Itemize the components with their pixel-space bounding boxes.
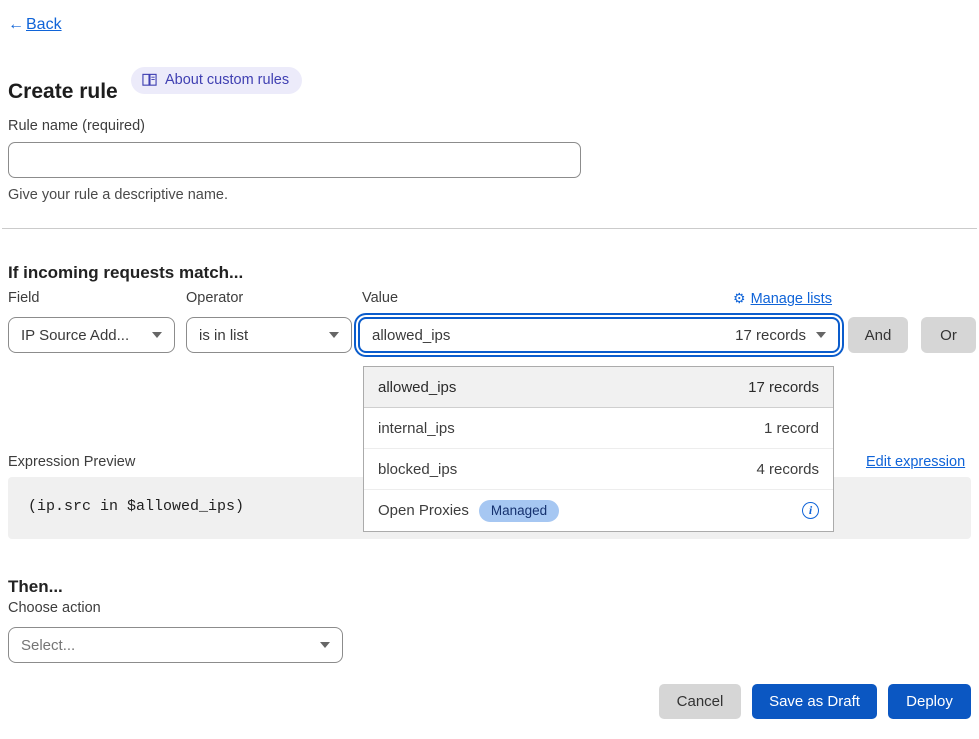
info-icon[interactable]: i — [802, 502, 819, 519]
match-section-heading: If incoming requests match... — [8, 263, 243, 283]
action-select-placeholder: Select... — [21, 637, 75, 654]
save-as-draft-button[interactable]: Save as Draft — [752, 684, 877, 719]
rule-name-input[interactable] — [8, 142, 581, 178]
and-button[interactable]: And — [848, 317, 908, 353]
list-option-blocked-ips[interactable]: blocked_ips 4 records — [364, 449, 833, 490]
list-option-records: 1 record — [764, 420, 819, 437]
chevron-down-icon — [329, 332, 339, 338]
manage-lists-link[interactable]: ⚙ Manage lists — [733, 290, 832, 307]
field-select[interactable]: IP Source Add... — [8, 317, 175, 353]
action-select[interactable]: Select... — [8, 627, 343, 663]
back-arrow-icon: ← — [8, 16, 24, 34]
about-badge-label: About custom rules — [165, 72, 289, 88]
edit-expression-label: Edit expression — [866, 454, 965, 470]
expression-code: (ip.src in $allowed_ips) — [28, 498, 244, 515]
field-label: Field — [8, 290, 39, 306]
list-option-name: internal_ips — [378, 420, 455, 437]
operator-select[interactable]: is in list — [186, 317, 352, 353]
book-icon — [142, 73, 157, 87]
operator-label: Operator — [186, 290, 243, 306]
gear-icon: ⚙ — [733, 290, 746, 307]
field-select-value: IP Source Add... — [21, 327, 129, 344]
chevron-down-icon — [320, 642, 330, 648]
managed-badge: Managed — [479, 500, 559, 522]
deploy-button[interactable]: Deploy — [888, 684, 971, 719]
value-select-value: allowed_ips — [372, 327, 450, 344]
value-label: Value — [362, 290, 398, 306]
list-option-open-proxies[interactable]: Open Proxies Managed i — [364, 490, 833, 531]
list-option-records: 4 records — [756, 461, 819, 478]
list-option-records: 17 records — [748, 379, 819, 396]
operator-select-value: is in list — [199, 327, 248, 344]
about-custom-rules-link[interactable]: About custom rules — [131, 67, 302, 94]
value-select-records: 17 records — [735, 327, 806, 344]
cancel-button[interactable]: Cancel — [659, 684, 741, 719]
expression-preview-label: Expression Preview — [8, 454, 135, 470]
then-section-heading: Then... — [8, 577, 63, 597]
list-option-name: allowed_ips — [378, 379, 456, 396]
rule-name-helper-text: Give your rule a descriptive name. — [8, 187, 228, 203]
back-link[interactable]: ←Back — [8, 16, 62, 34]
chevron-down-icon — [816, 332, 826, 338]
or-button[interactable]: Or — [921, 317, 976, 353]
value-select[interactable]: allowed_ips 17 records — [358, 317, 840, 353]
list-option-allowed-ips[interactable]: allowed_ips 17 records — [364, 367, 833, 408]
list-dropdown: allowed_ips 17 records internal_ips 1 re… — [363, 366, 834, 532]
back-link-label: Back — [26, 16, 62, 34]
section-divider — [2, 228, 977, 229]
choose-action-label: Choose action — [8, 600, 101, 616]
chevron-down-icon — [152, 332, 162, 338]
edit-expression-link[interactable]: Edit expression — [866, 454, 965, 470]
list-option-name: Open Proxies — [378, 502, 469, 519]
list-option-name: blocked_ips — [378, 461, 457, 478]
page-title: Create rule — [8, 80, 118, 104]
manage-lists-label: Manage lists — [751, 291, 832, 307]
rule-name-label: Rule name (required) — [8, 118, 145, 134]
list-option-internal-ips[interactable]: internal_ips 1 record — [364, 408, 833, 449]
